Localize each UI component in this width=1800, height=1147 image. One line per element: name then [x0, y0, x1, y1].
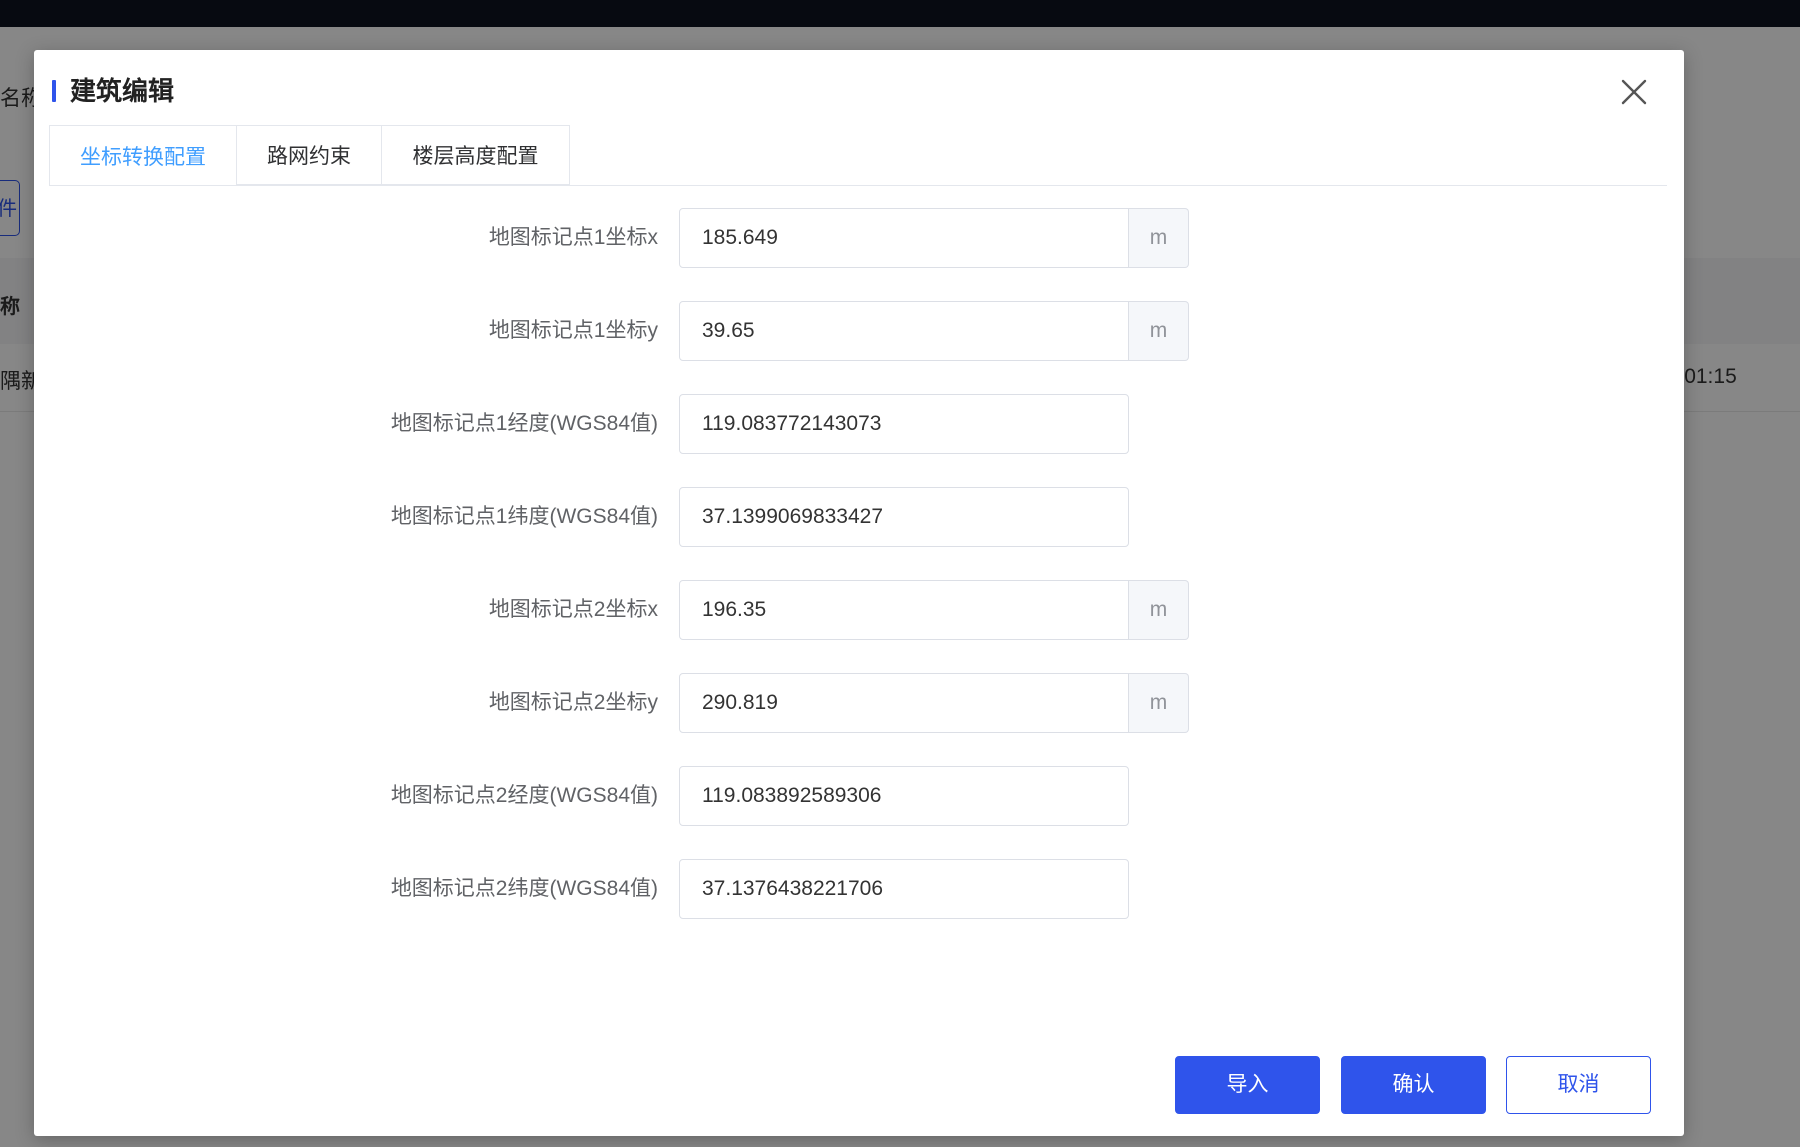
marker1-longitude-input[interactable] — [679, 394, 1129, 454]
input-group — [679, 859, 1129, 919]
unit-suffix: m — [1129, 208, 1189, 268]
marker2-longitude-input[interactable] — [679, 766, 1129, 826]
form-row-marker2-latitude: 地图标记点2纬度(WGS84值) — [34, 859, 1684, 919]
marker1-x-input[interactable] — [679, 208, 1129, 268]
title-accent-bar — [52, 80, 56, 102]
close-button[interactable] — [1614, 72, 1654, 112]
unit-suffix: m — [1129, 580, 1189, 640]
dialog-title: 建筑编辑 — [70, 76, 175, 106]
unit-suffix: m — [1129, 673, 1189, 733]
building-edit-dialog: 建筑编辑 坐标转换配置 路网约束 楼层高度配置 地图标记点1坐标x m 地图标记… — [34, 50, 1684, 1136]
form-row-marker2-y: 地图标记点2坐标y m — [34, 673, 1684, 733]
field-label: 地图标记点1坐标x — [488, 226, 658, 249]
marker1-y-input[interactable] — [679, 301, 1129, 361]
form-row-marker1-y: 地图标记点1坐标y m — [34, 301, 1684, 361]
marker2-latitude-input[interactable] — [679, 859, 1129, 919]
input-group: m — [679, 673, 1189, 733]
tab-floor-height[interactable]: 楼层高度配置 — [382, 125, 570, 185]
input-group — [679, 766, 1129, 826]
tab-divider — [49, 185, 1667, 186]
import-button[interactable]: 导入 — [1175, 1056, 1320, 1114]
marker2-x-input[interactable] — [679, 580, 1129, 640]
unit-suffix: m — [1129, 301, 1189, 361]
field-label: 地图标记点2坐标x — [488, 598, 658, 621]
marker1-latitude-input[interactable] — [679, 487, 1129, 547]
form-row-marker1-latitude: 地图标记点1纬度(WGS84值) — [34, 487, 1684, 547]
tab-road-network[interactable]: 路网约束 — [237, 125, 382, 185]
input-group: m — [679, 301, 1189, 361]
form-row-marker2-longitude: 地图标记点2经度(WGS84值) — [34, 766, 1684, 826]
cancel-button[interactable]: 取消 — [1506, 1056, 1651, 1114]
form-row-marker1-longitude: 地图标记点1经度(WGS84值) — [34, 394, 1684, 454]
field-label: 地图标记点1坐标y — [488, 319, 658, 342]
input-group — [679, 487, 1129, 547]
input-group: m — [679, 208, 1189, 268]
input-group — [679, 394, 1129, 454]
form-row-marker2-x: 地图标记点2坐标x m — [34, 580, 1684, 640]
confirm-button[interactable]: 确认 — [1341, 1056, 1486, 1114]
field-label: 地图标记点2坐标y — [488, 691, 658, 714]
tab-bar: 坐标转换配置 路网约束 楼层高度配置 — [49, 125, 570, 186]
close-icon — [1621, 79, 1647, 105]
field-label: 地图标记点2经度(WGS84值) — [390, 784, 658, 807]
field-label: 地图标记点1经度(WGS84值) — [390, 412, 658, 435]
marker2-y-input[interactable] — [679, 673, 1129, 733]
tab-coordinate-conversion[interactable]: 坐标转换配置 — [49, 125, 237, 186]
input-group: m — [679, 580, 1189, 640]
field-label: 地图标记点1纬度(WGS84值) — [390, 505, 658, 528]
field-label: 地图标记点2纬度(WGS84值) — [390, 877, 658, 900]
form-row-marker1-x: 地图标记点1坐标x m — [34, 208, 1684, 268]
